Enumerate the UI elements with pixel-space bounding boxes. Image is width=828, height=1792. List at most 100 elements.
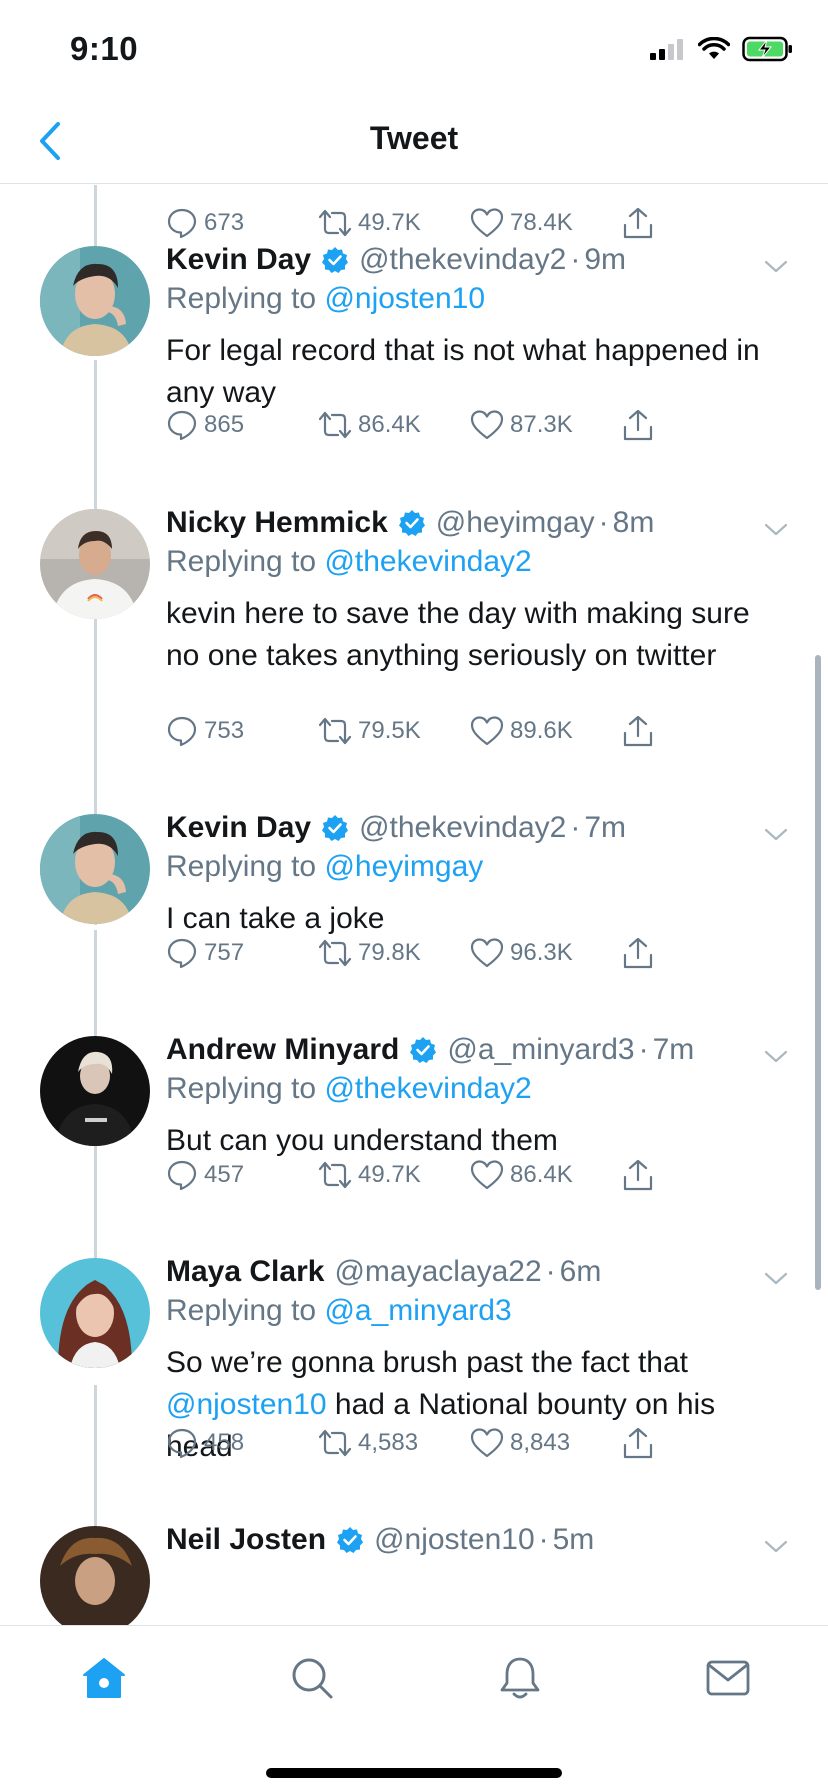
tweet-text: For legal record that is not what happen… <box>166 334 760 409</box>
reply-count: 458 <box>204 1429 245 1456</box>
retweet-count: 4,583 <box>358 1429 419 1456</box>
replying-to: Replying to @njosten10 <box>166 282 788 322</box>
chevron-down-icon <box>764 1540 788 1553</box>
share-button[interactable] <box>622 1158 654 1192</box>
reply-button[interactable]: 753 <box>166 715 318 747</box>
reply-button[interactable]: 757 <box>166 937 318 969</box>
speech-bubble-icon <box>167 410 197 441</box>
reply-button[interactable]: 457 <box>166 1159 318 1191</box>
separator-dot: · <box>598 506 609 539</box>
tweet-time: 8m <box>612 506 655 539</box>
retweet-button[interactable]: 4,583 <box>318 1427 470 1459</box>
tweet-menu-caret[interactable] <box>764 1528 788 1562</box>
tweet-time: 7m <box>584 811 627 844</box>
avatar[interactable] <box>40 1258 150 1368</box>
retweet-count: 86.4K <box>358 411 421 438</box>
avatar[interactable] <box>40 1036 150 1146</box>
mention-link[interactable]: @njosten10 <box>166 1388 327 1421</box>
search-icon <box>292 1658 333 1699</box>
author-handle[interactable]: @mayaclaya22 <box>334 1255 541 1289</box>
status-bar: 9:10 <box>0 0 828 100</box>
share-button[interactable] <box>622 408 654 442</box>
author-name[interactable]: Kevin Day <box>166 811 311 845</box>
tweet-header: Maya Clark @mayaclaya22 · 6m <box>166 1252 788 1292</box>
tab-search[interactable] <box>282 1648 342 1708</box>
author-handle[interactable]: @njosten10 <box>374 1523 535 1557</box>
replying-prefix: Replying to <box>166 282 317 315</box>
tweet-menu-caret[interactable] <box>764 816 788 850</box>
author-name[interactable]: Neil Josten <box>166 1523 326 1557</box>
tweet-menu-caret[interactable] <box>764 1038 788 1072</box>
like-button[interactable]: 86.4K <box>470 1159 622 1191</box>
replying-to: Replying to @heyimgay <box>166 850 788 890</box>
tweet-menu-caret[interactable] <box>764 511 788 545</box>
mention-link[interactable]: @njosten10 <box>324 282 485 315</box>
tweet-text-part: So we’re gonna brush past the fact that <box>166 1346 688 1379</box>
like-button[interactable]: 87.3K <box>470 409 622 441</box>
retweet-button[interactable]: 79.5K <box>318 715 470 747</box>
like-button[interactable]: 78.4K <box>470 207 622 239</box>
mention-link[interactable]: @thekevinday2 <box>324 1072 531 1105</box>
author-handle[interactable]: @thekevinday2 <box>359 811 566 845</box>
avatar[interactable] <box>40 509 150 619</box>
retweet-button[interactable]: 86.4K <box>318 409 470 441</box>
replying-prefix: Replying to <box>166 850 317 883</box>
reply-count: 457 <box>204 1161 245 1188</box>
like-button[interactable]: 96.3K <box>470 937 622 969</box>
tab-notifications[interactable] <box>490 1648 550 1708</box>
mention-link[interactable]: @a_minyard3 <box>324 1294 511 1327</box>
mention-link[interactable]: @thekevinday2 <box>324 545 531 578</box>
retweet-count: 49.7K <box>358 209 421 236</box>
author-handle[interactable]: @heyimgay <box>436 506 595 540</box>
verified-badge-icon <box>321 814 349 842</box>
reply-count: 757 <box>204 939 245 966</box>
reply-button[interactable]: 673 <box>166 207 318 239</box>
author-name[interactable]: Kevin Day <box>166 243 311 277</box>
tab-home[interactable] <box>74 1648 134 1708</box>
retweet-button[interactable]: 79.8K <box>318 937 470 969</box>
author-name[interactable]: Nicky Hemmick <box>166 506 388 540</box>
tweet-time: 9m <box>584 243 627 276</box>
author-handle[interactable]: @a_minyard3 <box>447 1033 634 1067</box>
speech-bubble-icon <box>167 1428 197 1459</box>
heart-icon <box>470 1160 504 1190</box>
tweet-header: Kevin Day @thekevinday2 · 7m <box>166 808 788 848</box>
verified-badge-icon <box>398 509 426 537</box>
tweet-header: Nicky Hemmick @heyimgay · 8m <box>166 503 788 543</box>
heart-icon <box>470 1428 504 1458</box>
mention-link[interactable]: @heyimgay <box>324 850 483 883</box>
share-button[interactable] <box>622 206 654 240</box>
avatar[interactable] <box>40 814 150 924</box>
verified-badge-icon <box>409 1036 437 1064</box>
avatar[interactable] <box>40 246 150 356</box>
retweet-count: 79.5K <box>358 717 421 744</box>
author-handle[interactable]: @thekevinday2 <box>359 243 566 277</box>
like-button[interactable]: 8,843 <box>470 1427 622 1459</box>
tweet-menu-caret[interactable] <box>764 248 788 282</box>
reply-button[interactable]: 865 <box>166 409 318 441</box>
retweet-arrows-icon <box>318 1429 352 1457</box>
avatar-photo-maya <box>40 1258 150 1368</box>
tweet-feed[interactable]: 673 49.7K 78.4K Kevin Day @thekevinday2 … <box>0 185 828 1625</box>
author-name[interactable]: Andrew Minyard <box>166 1033 399 1067</box>
heart-icon <box>470 716 504 746</box>
retweet-button[interactable]: 49.7K <box>318 207 470 239</box>
like-count: 87.3K <box>510 411 573 438</box>
wifi-icon <box>698 37 730 59</box>
tweet-menu-caret[interactable] <box>764 1260 788 1294</box>
share-button[interactable] <box>622 714 654 748</box>
tab-messages[interactable] <box>698 1648 758 1708</box>
share-button[interactable] <box>622 1426 654 1460</box>
share-button[interactable] <box>622 936 654 970</box>
reply-button[interactable]: 458 <box>166 1427 318 1459</box>
author-name[interactable]: Maya Clark <box>166 1255 324 1289</box>
nav-header: Tweet <box>0 100 828 184</box>
scrollbar[interactable] <box>815 655 821 1290</box>
like-button[interactable]: 89.6K <box>470 715 622 747</box>
avatar-photo-nicky <box>40 509 150 619</box>
speech-bubble-icon <box>167 716 197 747</box>
tweet-time: 5m <box>552 1523 595 1556</box>
retweet-button[interactable]: 49.7K <box>318 1159 470 1191</box>
share-up-icon <box>623 1427 653 1459</box>
avatar[interactable] <box>40 1526 150 1625</box>
